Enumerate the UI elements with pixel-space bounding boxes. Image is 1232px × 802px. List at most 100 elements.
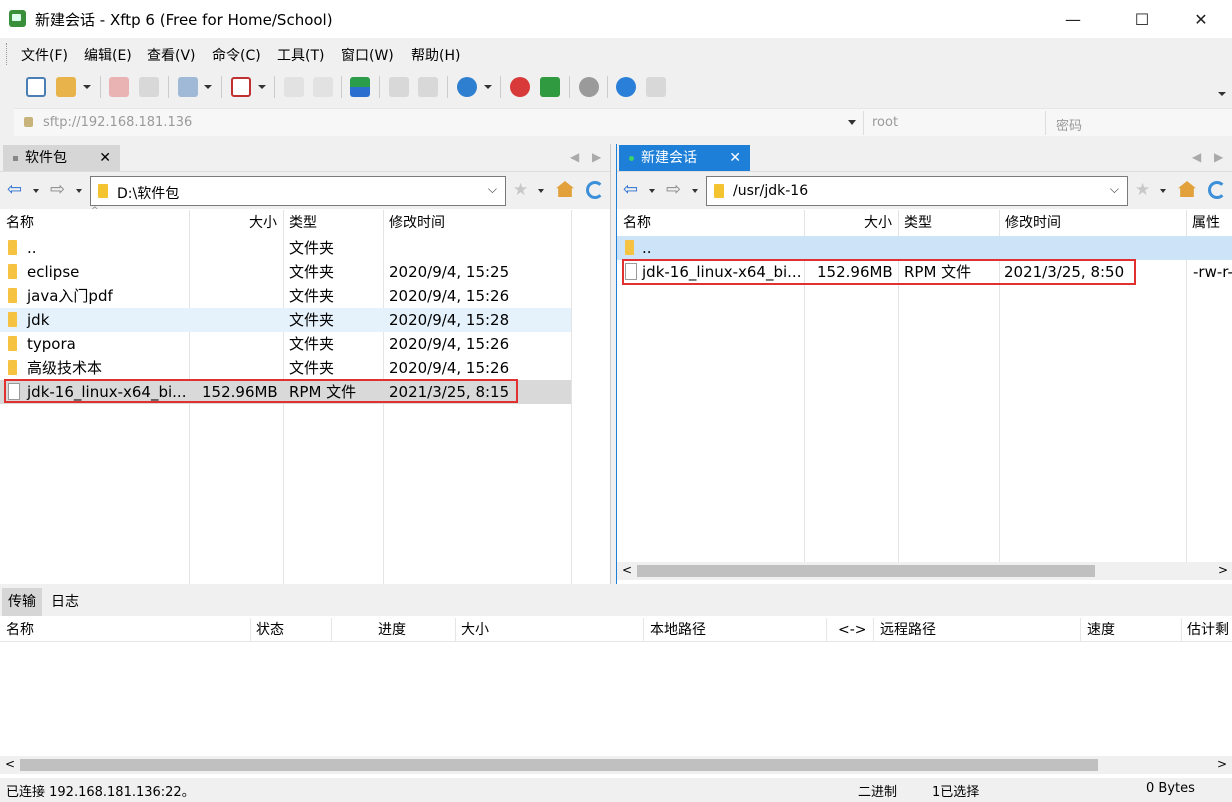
- menu-file[interactable]: 文件(F): [21, 45, 68, 65]
- col-name[interactable]: 名称: [0, 210, 34, 236]
- bookmark-dropdown-icon[interactable]: [538, 189, 544, 193]
- col-name[interactable]: 名称: [6, 618, 34, 642]
- menu-help[interactable]: 帮助(H): [411, 45, 460, 65]
- col-size[interactable]: 大小: [461, 618, 489, 642]
- xftp-icon[interactable]: [540, 77, 560, 97]
- close-button[interactable]: ✕: [1178, 0, 1224, 38]
- menu-window[interactable]: 窗口(W): [341, 45, 394, 65]
- help-icon[interactable]: [616, 77, 636, 97]
- col-size[interactable]: 大小: [189, 210, 283, 236]
- list-item[interactable]: .. 文件夹: [0, 236, 571, 260]
- remote-path-input[interactable]: /usr/jdk-16 ⌵: [706, 176, 1128, 206]
- username-input[interactable]: root: [872, 115, 898, 130]
- preview-dropdown-icon[interactable]: [258, 85, 266, 89]
- col-size[interactable]: 大小: [804, 210, 898, 236]
- home-icon[interactable]: [1178, 181, 1196, 197]
- tab-transfer[interactable]: 传输: [2, 588, 42, 616]
- chevron-down-icon[interactable]: ⌵: [488, 182, 497, 197]
- col-type[interactable]: 类型: [283, 210, 317, 236]
- forward-icon[interactable]: ⇨: [666, 181, 681, 199]
- back-icon[interactable]: ⇦: [7, 181, 22, 199]
- toolbar-overflow-icon[interactable]: [1218, 92, 1226, 96]
- chevron-down-icon[interactable]: ⌵: [1110, 182, 1119, 197]
- close-tab-icon[interactable]: ✕: [729, 145, 741, 171]
- paste-icon[interactable]: [418, 77, 438, 97]
- message-icon[interactable]: [646, 77, 666, 97]
- forward-dropdown-icon[interactable]: [76, 189, 82, 193]
- list-item[interactable]: eclipse 文件夹 2020/9/4, 15:25: [0, 260, 571, 284]
- menu-tools[interactable]: 工具(T): [277, 45, 324, 65]
- list-item-selected[interactable]: ..: [617, 236, 1232, 260]
- list-item[interactable]: java入门pdf 文件夹 2020/9/4, 15:26: [0, 284, 571, 308]
- col-modified[interactable]: 修改时间: [999, 210, 1061, 236]
- home-icon[interactable]: [556, 181, 574, 197]
- transfer-horizontal-scrollbar[interactable]: < >: [0, 756, 1232, 774]
- col-status[interactable]: 状态: [256, 618, 284, 642]
- list-item[interactable]: typora 文件夹 2020/9/4, 15:26: [0, 332, 571, 356]
- tab-local[interactable]: 软件包 ✕: [3, 145, 120, 171]
- col-modified[interactable]: 修改时间: [383, 210, 445, 236]
- scroll-left-icon[interactable]: <: [5, 757, 15, 771]
- tab-next-icon[interactable]: ▶: [1214, 150, 1223, 164]
- tab-next-icon[interactable]: ▶: [592, 150, 601, 164]
- col-speed[interactable]: 速度: [1087, 618, 1115, 642]
- col-remote-path[interactable]: 远程路径: [880, 618, 936, 642]
- bookmark-dropdown-icon[interactable]: [1160, 189, 1166, 193]
- maximize-button[interactable]: ☐: [1119, 0, 1165, 38]
- folder-icon: [8, 336, 17, 351]
- refresh-icon[interactable]: [1208, 181, 1226, 199]
- new-session-icon[interactable]: [26, 77, 46, 97]
- address-dropdown-icon[interactable]: [848, 120, 856, 125]
- bookmark-star-icon[interactable]: ★: [1135, 180, 1150, 200]
- scrollbar-thumb[interactable]: [637, 565, 1095, 577]
- local-path-input[interactable]: D:\软件包 ⌵: [90, 176, 506, 206]
- scrollbar-thumb[interactable]: [20, 759, 1098, 771]
- scroll-left-icon[interactable]: <: [622, 563, 632, 577]
- col-attributes[interactable]: 属性: [1186, 210, 1220, 236]
- scroll-right-icon[interactable]: >: [1217, 757, 1227, 771]
- menu-edit[interactable]: 编辑(E): [84, 45, 132, 65]
- minimize-button[interactable]: —: [1050, 0, 1096, 38]
- xshell-icon[interactable]: [510, 77, 530, 97]
- session-settings-icon[interactable]: [178, 77, 198, 97]
- forward-icon[interactable]: ⇨: [50, 181, 65, 199]
- col-type[interactable]: 类型: [898, 210, 932, 236]
- list-item[interactable]: jdk 文件夹 2020/9/4, 15:28: [0, 308, 571, 332]
- back-dropdown-icon[interactable]: [649, 189, 655, 193]
- globe-dropdown-icon[interactable]: [484, 85, 492, 89]
- back-icon[interactable]: ⇦: [623, 181, 638, 199]
- menu-command[interactable]: 命令(C): [212, 45, 261, 65]
- back-dropdown-icon[interactable]: [33, 189, 39, 193]
- disconnect-icon[interactable]: [139, 77, 159, 97]
- transfer-icon[interactable]: [350, 77, 370, 97]
- bookmark-star-icon[interactable]: ★: [513, 180, 528, 200]
- col-eta[interactable]: 估计剩: [1187, 618, 1229, 642]
- password-input[interactable]: 密码: [1056, 115, 1082, 134]
- tab-prev-icon[interactable]: ◀: [1192, 150, 1201, 164]
- col-progress[interactable]: 进度: [378, 618, 406, 642]
- open-folder-icon[interactable]: [56, 77, 76, 97]
- tab-remote[interactable]: 新建会话 ✕: [619, 145, 750, 171]
- gear-icon[interactable]: [579, 77, 599, 97]
- download-icon[interactable]: [313, 77, 333, 97]
- preview-icon[interactable]: [231, 77, 251, 97]
- globe-icon[interactable]: [457, 77, 477, 97]
- settings-dropdown-icon[interactable]: [204, 85, 212, 89]
- list-item[interactable]: 高级技术本 文件夹 2020/9/4, 15:26: [0, 356, 571, 380]
- menu-view[interactable]: 查看(V): [147, 45, 196, 65]
- tab-log[interactable]: 日志: [45, 588, 85, 616]
- col-name[interactable]: 名称: [617, 210, 651, 236]
- close-tab-icon[interactable]: ✕: [99, 145, 111, 171]
- tab-prev-icon[interactable]: ◀: [570, 150, 579, 164]
- col-local-path[interactable]: 本地路径: [650, 618, 706, 642]
- col-direction[interactable]: <->: [838, 618, 867, 642]
- remote-horizontal-scrollbar[interactable]: < >: [617, 562, 1232, 580]
- copy-icon[interactable]: [389, 77, 409, 97]
- scroll-right-icon[interactable]: >: [1218, 563, 1228, 577]
- host-address-input[interactable]: sftp://192.168.181.136: [43, 115, 192, 130]
- forward-dropdown-icon[interactable]: [692, 189, 698, 193]
- open-dropdown-icon[interactable]: [83, 85, 91, 89]
- refresh-icon[interactable]: [586, 181, 604, 199]
- upload-icon[interactable]: [284, 77, 304, 97]
- connect-icon[interactable]: [109, 77, 129, 97]
